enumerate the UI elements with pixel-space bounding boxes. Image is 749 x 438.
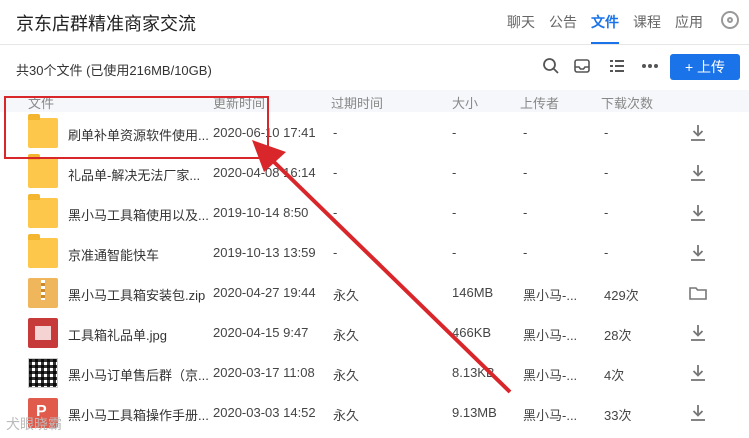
- tab-apps[interactable]: 应用: [675, 12, 703, 32]
- file-updated-time: 2020-04-15 9:47: [213, 325, 309, 340]
- download-icon[interactable]: [688, 363, 708, 383]
- file-expire: 永久: [333, 328, 360, 343]
- settings-icon[interactable]: [721, 11, 739, 29]
- file-size: -: [452, 245, 457, 260]
- file-uploader: -: [523, 245, 528, 260]
- file-uploader: 黑小马-...: [523, 288, 578, 303]
- column-downloads[interactable]: 下载次数: [601, 93, 653, 112]
- file-name[interactable]: 黑小马工具箱使用以及...: [68, 205, 209, 224]
- file-expire: -: [333, 165, 338, 180]
- column-uploader[interactable]: 上传者: [520, 93, 559, 112]
- file-download-count: -: [604, 245, 609, 260]
- tab-files[interactable]: 文件: [591, 12, 619, 44]
- file-toolbar: 共30个文件 (已使用216MB/10GB) + 上传: [0, 52, 749, 84]
- file-updated-time: 2020-03-03 14:52: [213, 405, 316, 420]
- file-size: -: [452, 125, 457, 140]
- file-expire: -: [333, 205, 338, 220]
- download-icon[interactable]: [688, 203, 708, 223]
- file-row[interactable]: 工具箱礼品单.jpg 2020-04-15 9:47 永久 466KB 黑小马-... 2…: [0, 313, 749, 353]
- file-row[interactable]: 黑小马工具箱使用以及... 2019-10-14 8:50 - - - -: [0, 193, 749, 233]
- column-updated[interactable]: 更新时间: [213, 93, 265, 112]
- file-name[interactable]: 黑小马工具箱操作手册...: [68, 405, 209, 424]
- file-uploader: -: [523, 125, 528, 140]
- file-name[interactable]: 黑小马工具箱安装包.zip: [68, 285, 205, 304]
- column-size[interactable]: 大小: [452, 93, 478, 112]
- file-name[interactable]: 京准通智能快车: [68, 245, 159, 264]
- zip-icon: [28, 278, 58, 308]
- tab-chat[interactable]: 聊天: [507, 12, 535, 32]
- file-row[interactable]: 礼品单-解决无法厂家... 2020-04-08 16:14 - - - -: [0, 153, 749, 193]
- file-updated-time: 2020-04-08 16:14: [213, 165, 316, 180]
- file-row[interactable]: 黑小马工具箱操作手册... 2020-03-03 14:52 永久 9.13MB 黑小马…: [0, 393, 749, 433]
- file-size: -: [452, 165, 457, 180]
- download-icon[interactable]: [688, 243, 708, 263]
- file-name[interactable]: 黑小马订单售后群（京...: [68, 365, 209, 384]
- file-download-count: -: [604, 125, 609, 140]
- file-size: 8.13KB: [452, 365, 495, 380]
- search-icon[interactable]: [541, 57, 561, 77]
- folder-icon: [28, 154, 58, 188]
- file-name[interactable]: 礼品单-解决无法厂家...: [68, 165, 200, 184]
- file-download-count: 4次: [604, 368, 625, 383]
- file-size: 146MB: [452, 285, 494, 300]
- list-view-icon[interactable]: [607, 57, 627, 77]
- file-updated-time: 2020-03-17 11:08: [213, 365, 315, 380]
- file-expire: 永久: [333, 368, 360, 383]
- file-row[interactable]: 刷单补单资源软件使用... 2020-06-10 17:41 - - - -: [0, 113, 749, 153]
- file-updated-time: 2020-06-10 17:41: [213, 125, 316, 140]
- file-download-count: -: [604, 205, 609, 220]
- column-name[interactable]: 文件: [28, 93, 54, 112]
- file-row[interactable]: 京准通智能快车 2019-10-13 13:59 - - - -: [0, 233, 749, 273]
- file-uploader: 黑小马-...: [523, 408, 578, 423]
- download-icon[interactable]: [688, 403, 708, 423]
- tab-courses[interactable]: 课程: [633, 12, 661, 32]
- storage-summary: 共30个文件 (已使用216MB/10GB): [16, 63, 212, 78]
- column-expire[interactable]: 过期时间: [331, 93, 383, 112]
- file-download-count: 33次: [604, 408, 632, 423]
- jpg-icon: [28, 318, 58, 348]
- upload-button[interactable]: + 上传: [670, 54, 740, 80]
- file-size: 466KB: [452, 325, 492, 340]
- watermark: 犬眼晓霸: [6, 416, 62, 432]
- title-bar: 京东店群精准商家交流 聊天 公告 文件 课程 应用: [0, 0, 749, 45]
- file-name[interactable]: 刷单补单资源软件使用...: [68, 125, 209, 144]
- folder-icon: [28, 114, 58, 148]
- file-updated-time: 2020-04-27 19:44: [213, 285, 316, 300]
- file-uploader: -: [523, 205, 528, 220]
- file-table-header: 文件 更新时间 过期时间 大小 上传者 下载次数: [0, 90, 749, 112]
- tab-bar: 聊天 公告 文件 课程 应用: [507, 12, 703, 44]
- file-download-count: 28次: [604, 328, 632, 343]
- more-icon[interactable]: [640, 57, 660, 77]
- tab-announcement[interactable]: 公告: [549, 12, 577, 32]
- file-uploader: 黑小马-...: [523, 328, 578, 343]
- download-icon[interactable]: [688, 123, 708, 143]
- file-expire: -: [333, 125, 338, 140]
- file-row[interactable]: 黑小马订单售后群（京... 2020-03-17 11:08 永久 8.13KB 黑小马…: [0, 353, 749, 393]
- download-icon[interactable]: [688, 163, 708, 183]
- file-updated-time: 2019-10-13 13:59: [213, 245, 316, 260]
- folder-icon: [28, 234, 58, 268]
- file-expire: -: [333, 245, 338, 260]
- group-title: 京东店群精准商家交流: [16, 14, 196, 34]
- file-download-count: 429次: [604, 288, 639, 303]
- file-size: -: [452, 205, 457, 220]
- open-folder-icon[interactable]: [688, 283, 708, 303]
- file-updated-time: 2019-10-14 8:50: [213, 205, 309, 220]
- file-uploader: -: [523, 165, 528, 180]
- file-name[interactable]: 工具箱礼品单.jpg: [68, 325, 167, 344]
- file-uploader: 黑小马-...: [523, 368, 578, 383]
- file-size: 9.13MB: [452, 405, 497, 420]
- folder-icon: [28, 194, 58, 228]
- download-icon[interactable]: [688, 323, 708, 343]
- qr-icon: [28, 358, 58, 388]
- file-row[interactable]: 黑小马工具箱安装包.zip 2020-04-27 19:44 永久 146MB 黑小马-…: [0, 273, 749, 313]
- inbox-icon[interactable]: [572, 57, 592, 77]
- file-expire: 永久: [333, 288, 360, 303]
- file-expire: 永久: [333, 408, 360, 423]
- file-download-count: -: [604, 165, 609, 180]
